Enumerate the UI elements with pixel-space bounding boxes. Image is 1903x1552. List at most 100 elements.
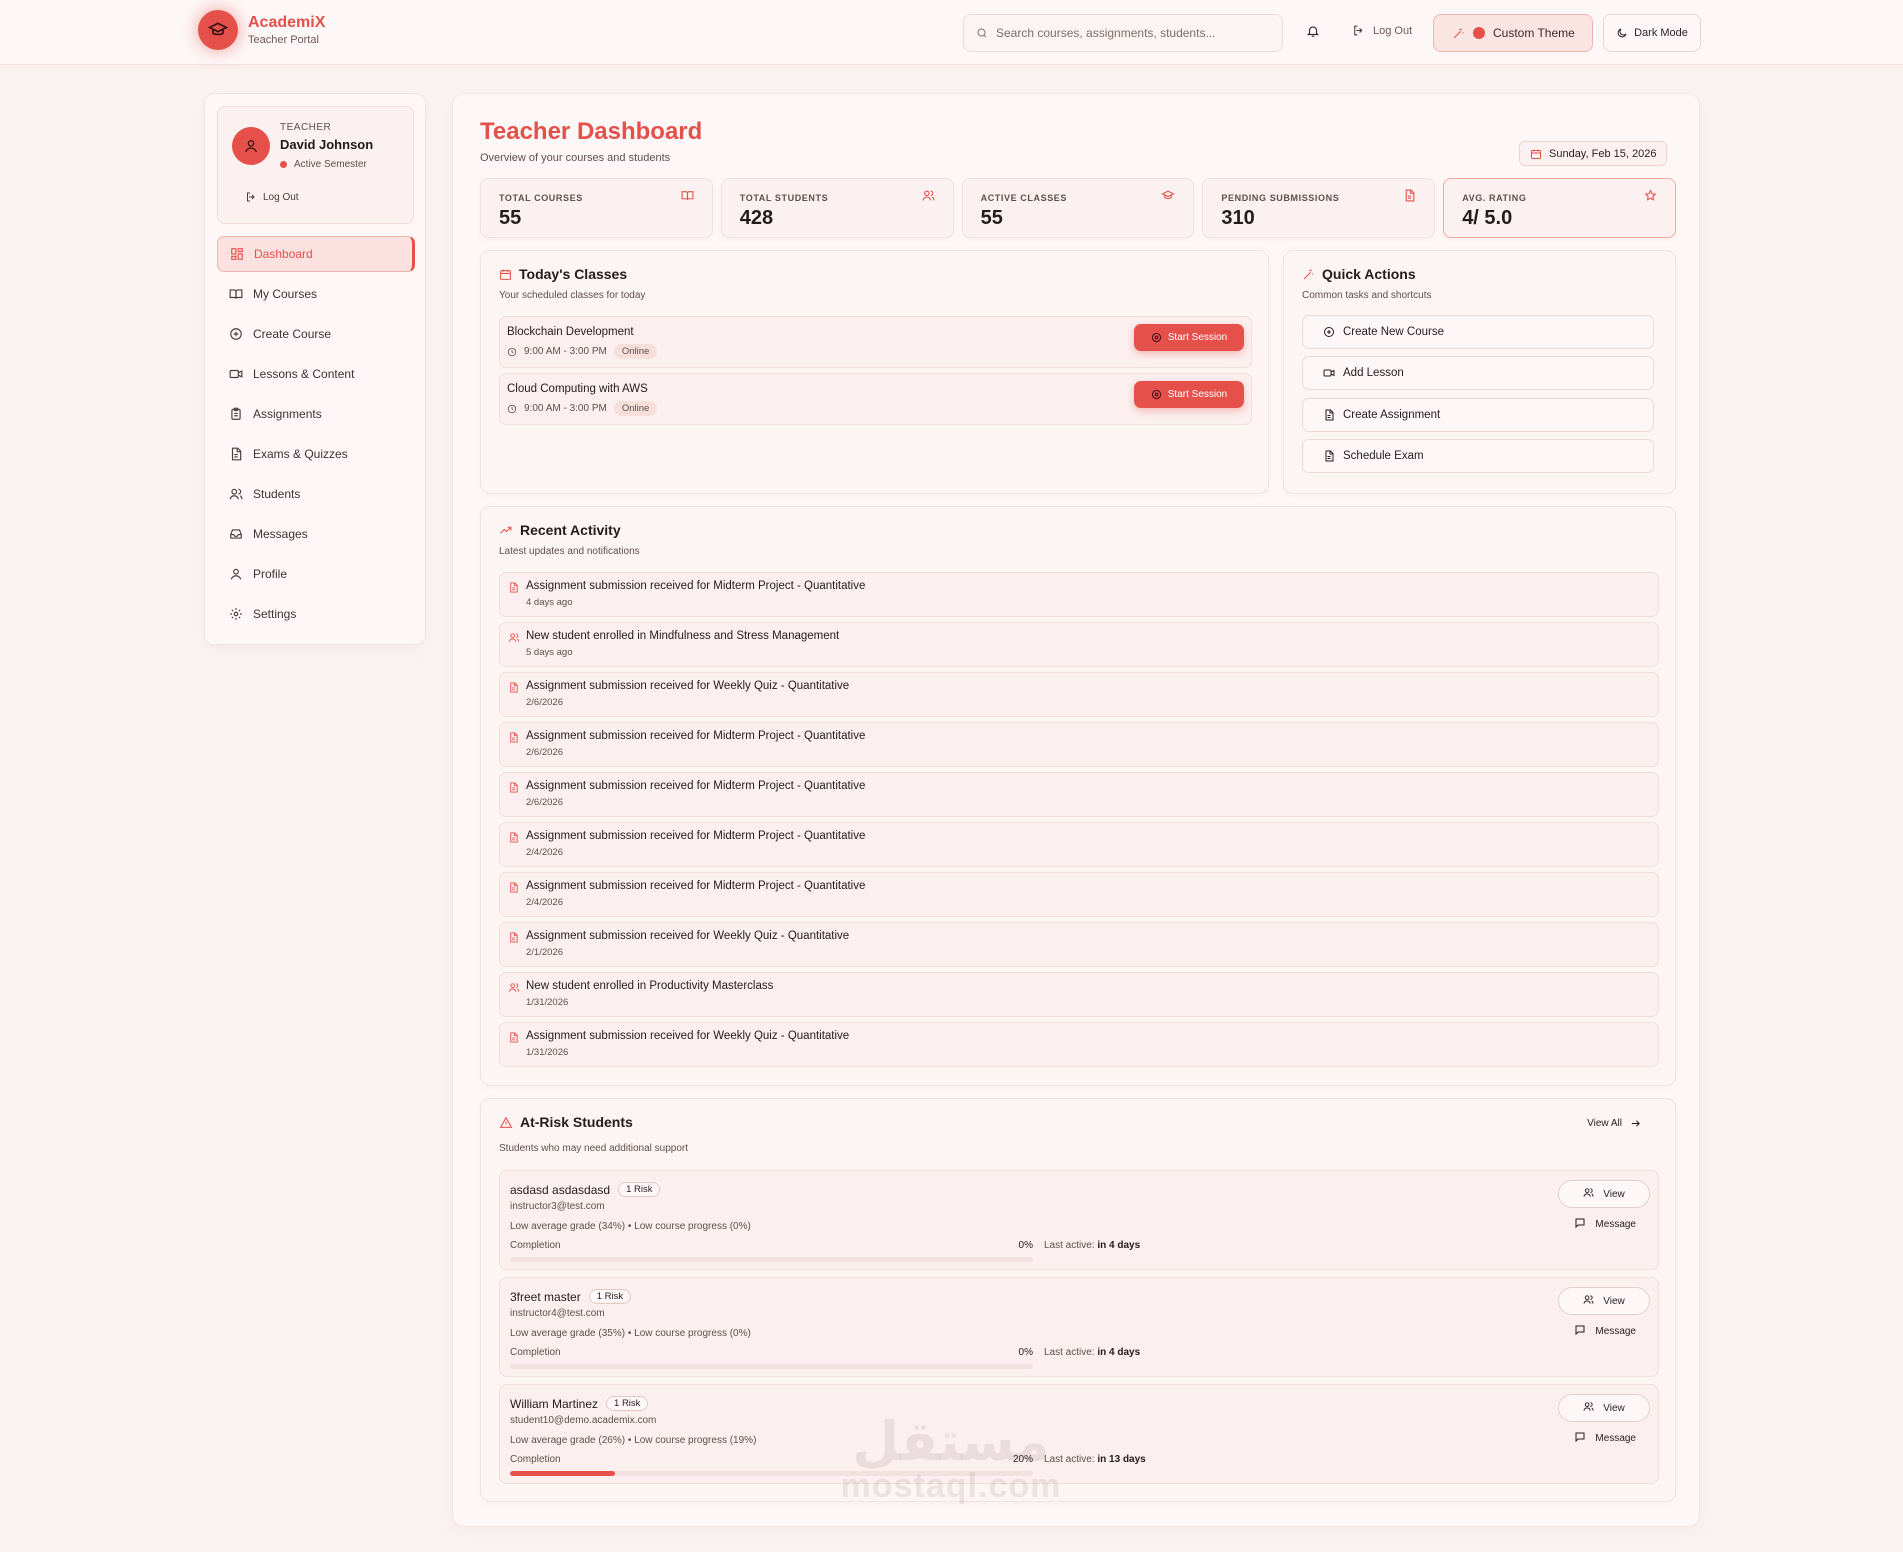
last-active-value: in 13 days: [1097, 1454, 1146, 1465]
stat-card-total-students: TOTAL STUDENTS 428: [720, 178, 954, 238]
main-content: Teacher Dashboard Overview of your cours…: [452, 93, 1700, 1527]
app-subtitle: Teacher Portal: [248, 34, 319, 46]
view-student-button[interactable]: View: [1558, 1180, 1650, 1208]
stat-value: 4/ 5.0: [1462, 207, 1513, 229]
schedule-exam-button[interactable]: Schedule Exam: [1302, 439, 1654, 473]
plus-circle-icon: [1324, 327, 1334, 337]
sidebar-item-label: Dashboard: [254, 247, 313, 261]
risk-badge: 1 Risk: [588, 1289, 632, 1304]
dark-mode-button[interactable]: Dark Mode: [1603, 14, 1701, 52]
message-student-button[interactable]: Message: [1574, 1324, 1636, 1339]
start-session-button[interactable]: Start Session: [1134, 381, 1244, 408]
at-risk-students-card: At-Risk Students Students who may need a…: [480, 1098, 1676, 1502]
sidebar-item-label: Profile: [253, 567, 288, 581]
custom-theme-button[interactable]: Custom Theme: [1433, 14, 1593, 52]
sidebar-item-lessons[interactable]: Lessons & Content: [217, 356, 415, 392]
create-assignment-button[interactable]: Create Assignment: [1302, 398, 1654, 432]
activity-item[interactable]: New student enrolled in Productivity Mas…: [499, 972, 1659, 1017]
completion-label: Completion: [510, 1347, 561, 1358]
activity-item[interactable]: Assignment submission received for Weekl…: [499, 672, 1659, 717]
activity-item[interactable]: Assignment submission received for Midte…: [499, 872, 1659, 917]
inbox-icon: [230, 529, 242, 539]
sidebar-item-dashboard[interactable]: Dashboard: [217, 236, 415, 272]
sidebar-item-assignments[interactable]: Assignments: [217, 396, 415, 432]
users-icon: [922, 190, 935, 201]
activity-time: 5 days ago: [526, 647, 573, 658]
message-student-button[interactable]: Message: [1574, 1431, 1636, 1446]
sidebar-item-students[interactable]: Students: [217, 476, 415, 512]
app-logo[interactable]: AcademiX Teacher Portal: [198, 10, 325, 50]
class-time: 9:00 AM - 3:00 PM: [524, 346, 607, 357]
star-icon: [1644, 189, 1657, 201]
stat-label: AVG. RATING: [1462, 193, 1527, 203]
activity-time: 1/31/2026: [526, 1047, 569, 1058]
activity-item[interactable]: Assignment submission received for Midte…: [499, 572, 1659, 617]
activity-item[interactable]: Assignment submission received for Weekl…: [499, 922, 1659, 967]
document-icon: [508, 931, 519, 946]
message-label: Message: [1595, 1433, 1636, 1444]
recent-activity-title: Recent Activity: [520, 522, 621, 538]
create-new-course-button[interactable]: Create New Course: [1302, 315, 1654, 349]
page-title: Teacher Dashboard: [480, 118, 703, 145]
activity-item[interactable]: Assignment submission received for Weekl…: [499, 1022, 1659, 1067]
date-text: Sunday, Feb 15, 2026: [1549, 147, 1657, 160]
sidebar-item-profile[interactable]: Profile: [217, 556, 415, 592]
clock-icon: [507, 404, 517, 413]
view-student-button[interactable]: View: [1558, 1394, 1650, 1422]
book-icon: [229, 289, 243, 299]
student-name: asdasd asdasdasd: [510, 1182, 611, 1197]
stat-card-pending-submissions: PENDING SUBMISSIONS 310: [1202, 178, 1436, 238]
risk-reason: Low average grade (26%) • Low course pro…: [510, 1435, 757, 1446]
sidebar-item-my-courses[interactable]: My Courses: [217, 276, 415, 312]
search-input[interactable]: [996, 26, 1266, 40]
sidebar-item-exams[interactable]: Exams & Quizzes: [217, 436, 415, 472]
search-box[interactable]: [963, 14, 1283, 52]
activity-item[interactable]: Assignment submission received for Midte…: [499, 822, 1659, 867]
at-risk-student-row: asdasd asdasdasd 1 Risk instructor3@test.c…: [499, 1170, 1659, 1270]
risk-badge: 1 Risk: [618, 1182, 661, 1197]
users-icon: [1583, 1401, 1594, 1415]
profile-status: Active Semester: [280, 159, 367, 170]
search-icon: [977, 28, 987, 38]
activity-time: 2/6/2026: [526, 697, 563, 708]
message-student-button[interactable]: Message: [1574, 1217, 1636, 1232]
video-icon: [229, 369, 243, 379]
student-email: instructor3@test.com: [510, 1201, 605, 1212]
warning-icon: [499, 1116, 513, 1128]
qa-label: Create Assignment: [1343, 409, 1441, 421]
student-name-row: William Martinez 1 Risk: [510, 1396, 649, 1411]
profile-logout-button[interactable]: Log Out: [245, 191, 299, 203]
avatar[interactable]: [232, 127, 270, 165]
card-title: Today's Classes: [499, 266, 627, 282]
activity-item[interactable]: Assignment submission received for Midte…: [499, 722, 1659, 767]
activity-text: New student enrolled in Mindfulness and …: [526, 630, 840, 642]
completion-label: Completion: [510, 1454, 561, 1465]
sidebar-item-create-course[interactable]: Create Course: [217, 316, 415, 352]
qa-label: Add Lesson: [1343, 367, 1404, 379]
activity-time: 2/6/2026: [526, 797, 563, 808]
sidebar-item-label: Settings: [253, 607, 297, 621]
view-student-button[interactable]: View: [1558, 1287, 1650, 1315]
stat-label: TOTAL COURSES: [499, 193, 583, 203]
sidebar-item-messages[interactable]: Messages: [217, 516, 415, 552]
header-logout-button[interactable]: Log Out: [1352, 24, 1412, 37]
view-all-link[interactable]: View All: [1587, 1118, 1641, 1129]
add-lesson-button[interactable]: Add Lesson: [1302, 356, 1654, 390]
sidebar-item-label: Assignments: [253, 407, 322, 421]
activity-item[interactable]: Assignment submission received for Midte…: [499, 772, 1659, 817]
users-icon: [508, 981, 520, 996]
qa-label: Create New Course: [1343, 326, 1444, 338]
stat-label: PENDING SUBMISSIONS: [1221, 193, 1340, 203]
activity-text: New student enrolled in Productivity Mas…: [526, 980, 774, 992]
stat-value: 55: [499, 207, 522, 229]
profile-role: TEACHER: [280, 122, 332, 133]
activity-text: Assignment submission received for Weekl…: [526, 680, 850, 692]
document-icon: [231, 447, 242, 461]
start-session-button[interactable]: Start Session: [1134, 324, 1244, 351]
student-email: student10@demo.academix.com: [510, 1415, 657, 1426]
class-mode-badge: Online: [613, 344, 658, 359]
stat-card-total-courses: TOTAL COURSES 55: [480, 178, 713, 238]
bell-icon[interactable]: [1306, 24, 1320, 41]
sidebar-item-settings[interactable]: Settings: [217, 596, 415, 632]
activity-item[interactable]: New student enrolled in Mindfulness and …: [499, 622, 1659, 667]
